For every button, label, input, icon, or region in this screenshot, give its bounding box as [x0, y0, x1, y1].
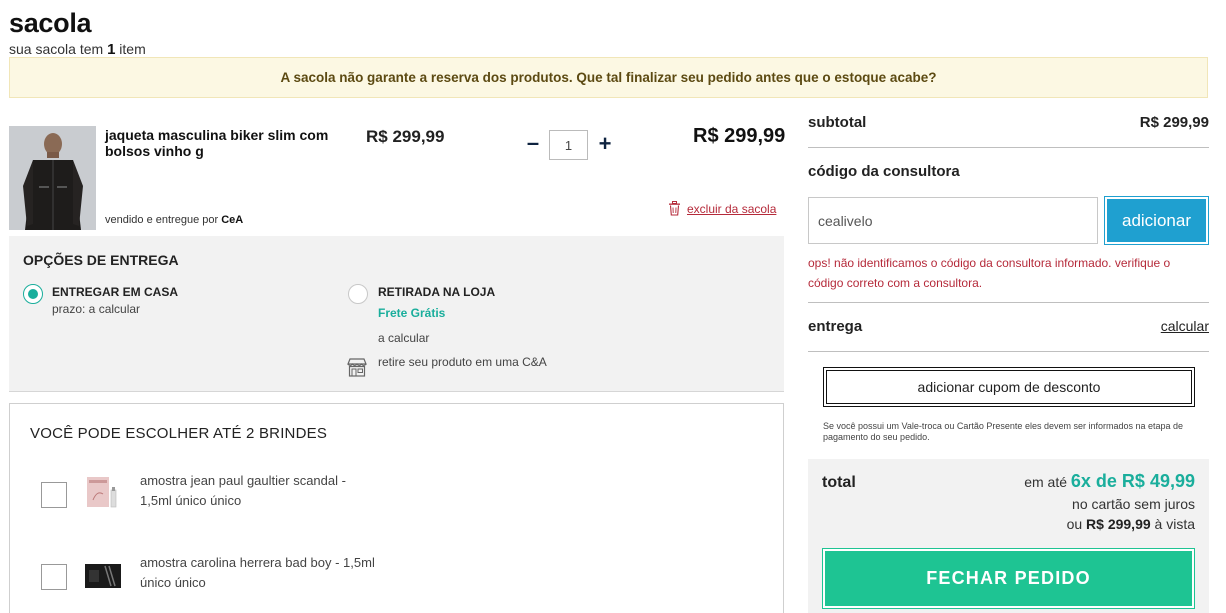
seller-name: CeA — [221, 214, 244, 226]
gifts-title: VOCÊ PODE ESCOLHER ATÉ 2 BRINDES — [30, 425, 328, 442]
cash-suffix: à vista — [1154, 516, 1195, 532]
seller-prefix: vendido e entregue por — [105, 214, 219, 226]
summary-divider — [808, 147, 1209, 148]
gift-card-note: Se você possui um Vale-troca ou Cartão P… — [823, 421, 1184, 442]
gift-checkbox[interactable] — [41, 482, 67, 508]
cash-price-line: ou R$ 299,99 à vista — [1067, 516, 1195, 532]
cart-count-text: sua sacola tem 1 item — [9, 41, 146, 58]
consultant-label: código da consultora — [808, 163, 960, 180]
unit-price: R$ 299,99 — [366, 127, 445, 146]
cart-item-count: 1 — [107, 41, 116, 58]
item-total-price: R$ 299,99 — [693, 125, 786, 147]
quantity-decrease-button[interactable]: – — [522, 132, 544, 155]
delivery-options-title: OPÇÕES DE ENTREGA — [23, 252, 179, 268]
cart-count-suffix: item — [119, 41, 146, 57]
installment-value: 6x de R$ 49,99 — [1070, 471, 1195, 491]
home-delivery-deadline: prazo: a calcular — [52, 302, 141, 316]
quantity-input[interactable] — [549, 130, 588, 160]
subtotal-row: subtotal R$ 299,99 — [808, 114, 1209, 136]
shipping-label: entrega — [808, 318, 863, 335]
gift-checkbox[interactable] — [41, 564, 67, 590]
cart-count-prefix: sua sacola tem — [9, 41, 104, 57]
store-icon — [347, 358, 367, 377]
summary-divider — [808, 302, 1209, 303]
consultant-error-message: ops! não identificamos o código da consu… — [808, 256, 1171, 290]
store-pickup-deadline: a calcular — [378, 331, 430, 345]
perfume-sample-icon — [83, 556, 123, 596]
consultant-row: código da consultora — [808, 163, 1209, 185]
installment-prefix: em até — [1024, 474, 1068, 490]
free-shipping-label: Frete Grátis — [378, 306, 446, 320]
gift-name: amostra jean paul gaultier scandal - 1,5… — [140, 473, 346, 508]
gift-name: amostra carolina herrera bad boy - 1,5ml… — [140, 555, 375, 590]
product-seller: vendido e entregue por CeA — [105, 214, 243, 226]
perfume-sample-icon — [83, 474, 123, 514]
gift-thumbnail — [83, 556, 123, 596]
subtotal-value: R$ 299,99 — [1139, 114, 1209, 131]
installment-line: em até 6x de R$ 49,99 — [1024, 471, 1195, 492]
gift-thumbnail — [83, 474, 123, 514]
consultant-code-input[interactable] — [808, 197, 1098, 244]
shipping-row: entrega calcular — [808, 318, 1209, 340]
home-delivery-label[interactable]: ENTREGAR EM CASA — [52, 285, 178, 299]
home-delivery-radio[interactable] — [23, 284, 43, 304]
add-consultant-button[interactable]: adicionar — [1104, 196, 1209, 245]
add-coupon-button[interactable]: adicionar cupom de desconto — [823, 367, 1195, 407]
summary-divider — [808, 351, 1209, 352]
store-pickup-radio[interactable] — [348, 284, 368, 304]
gifts-panel: VOCÊ PODE ESCOLHER ATÉ 2 BRINDES amostra… — [9, 403, 784, 613]
stock-warning-banner: A sacola não garante a reserva dos produ… — [9, 57, 1208, 98]
total-panel: total em até 6x de R$ 49,99 no cartão se… — [808, 459, 1209, 613]
jacket-photo-icon — [9, 126, 96, 230]
delivery-options-panel: OPÇÕES DE ENTREGA ENTREGAR EM CASA prazo… — [9, 236, 784, 392]
remove-from-cart-link[interactable]: excluir da sacola — [668, 201, 776, 216]
quantity-increase-button[interactable]: + — [594, 133, 616, 155]
store-pickup-label[interactable]: RETIRADA NA LOJA — [378, 285, 495, 299]
trash-icon — [669, 201, 680, 216]
remove-label: excluir da sacola — [687, 201, 777, 216]
total-label: total — [822, 474, 856, 491]
page-title: sacola — [9, 8, 92, 38]
cash-prefix: ou — [1066, 516, 1083, 532]
product-image[interactable] — [9, 126, 96, 230]
checkout-button[interactable]: FECHAR PEDIDO — [822, 548, 1195, 609]
installment-note: no cartão sem juros — [1072, 496, 1195, 512]
calculate-shipping-link[interactable]: calcular — [1161, 318, 1209, 334]
store-pickup-note: retire seu produto em uma C&A — [378, 355, 547, 369]
cash-value: R$ 299,99 — [1086, 516, 1151, 532]
product-name[interactable]: jaqueta masculina biker slim com bolsos … — [105, 127, 335, 159]
